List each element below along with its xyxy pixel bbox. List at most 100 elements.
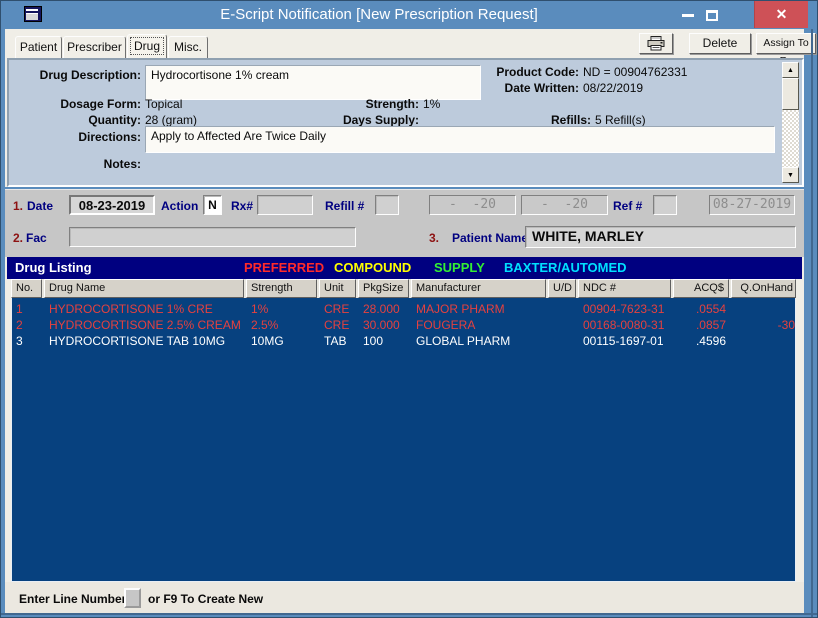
column-header-ndc[interactable]: NDC # bbox=[578, 279, 671, 298]
table-row[interactable]: 2 HYDROCORTISONE 2.5% CREAM 2.5% CRE 30.… bbox=[12, 317, 797, 333]
strength-value: 1% bbox=[423, 97, 440, 111]
window-border-right bbox=[811, 29, 813, 617]
cell-drug-name: HYDROCORTISONE TAB 10MG bbox=[45, 333, 245, 349]
printer-icon bbox=[647, 36, 665, 51]
expiration-date-field: 08-27-2019 bbox=[709, 195, 795, 215]
minimize-button[interactable] bbox=[677, 3, 699, 27]
client-area: Patient Prescriber Drug Misc. Delete Ass… bbox=[5, 29, 804, 612]
fac-label: Fac bbox=[26, 231, 47, 245]
drug-description-field[interactable]: Hydrocortisone 1% cream bbox=[145, 65, 481, 100]
ref-number-field[interactable] bbox=[653, 195, 677, 215]
line-number-input[interactable] bbox=[124, 588, 141, 608]
product-code-value: ND = 00904762331 bbox=[583, 65, 687, 79]
cell-ndc: 00168-0080-31 bbox=[579, 317, 672, 333]
cell-no: 2 bbox=[12, 317, 43, 333]
tab-prescriber[interactable]: Prescriber bbox=[63, 36, 126, 58]
date-field[interactable]: 08-23-2019 bbox=[69, 195, 155, 215]
dosage-form-label: Dosage Form: bbox=[9, 97, 141, 111]
close-button[interactable]: ✕ bbox=[754, 1, 808, 28]
strength-label: Strength: bbox=[269, 97, 419, 111]
window-icon bbox=[24, 6, 42, 22]
cell-acq: .0857 bbox=[674, 317, 730, 333]
cell-acq: .4596 bbox=[674, 333, 730, 349]
window-title: E-Script Notification [New Prescription … bbox=[61, 6, 697, 23]
delete-button[interactable]: Delete bbox=[689, 33, 751, 54]
scroll-down-button[interactable]: ▼ bbox=[782, 167, 799, 183]
days-supply-label: Days Supply: bbox=[269, 113, 419, 127]
column-header-manufacturer[interactable]: Manufacturer bbox=[411, 279, 546, 298]
cell-strength: 10MG bbox=[247, 333, 318, 349]
column-header-ud[interactable]: U/D bbox=[548, 279, 576, 298]
minimize-icon bbox=[682, 14, 694, 17]
column-header-drug-name[interactable]: Drug Name bbox=[44, 279, 244, 298]
enter-line-number-label: Enter Line Number: bbox=[19, 592, 130, 606]
date-written-value: 08/22/2019 bbox=[583, 81, 643, 95]
cell-no: 3 bbox=[12, 333, 43, 349]
quantity-value: 28 (gram) bbox=[145, 113, 197, 127]
directions-field[interactable]: Apply to Affected Are Twice Daily bbox=[145, 126, 775, 153]
assign-to-rx-button[interactable]: Assign To Rx bbox=[756, 33, 816, 54]
column-header-no[interactable]: No. bbox=[11, 279, 42, 298]
cell-manufacturer: MAJOR PHARM bbox=[412, 301, 547, 317]
rx-number-label: Rx# bbox=[231, 199, 253, 213]
tab-patient[interactable]: Patient bbox=[15, 36, 62, 58]
cell-drug-name: HYDROCORTISONE 2.5% CREAM bbox=[45, 317, 245, 333]
field3-number: 3. bbox=[429, 231, 439, 245]
maximize-button[interactable] bbox=[701, 3, 722, 27]
cell-manufacturer: FOUGERA bbox=[412, 317, 547, 333]
drug-listing-body: 1 HYDROCORTISONE 1% CRE 1% CRE 28.000 MA… bbox=[11, 298, 796, 582]
tab-drug[interactable]: Drug bbox=[127, 34, 167, 58]
refill-number-field[interactable] bbox=[375, 195, 399, 215]
table-row[interactable]: 1 HYDROCORTISONE 1% CRE 1% CRE 28.000 MA… bbox=[12, 301, 797, 317]
action-label: Action bbox=[161, 199, 198, 213]
cell-ud bbox=[549, 317, 577, 333]
column-header-acq[interactable]: ACQ$ bbox=[673, 279, 729, 298]
print-button[interactable] bbox=[639, 33, 673, 54]
column-header-unit[interactable]: Unit bbox=[319, 279, 356, 298]
rx-number-field[interactable] bbox=[257, 195, 313, 215]
cell-qonhand bbox=[732, 301, 797, 317]
tab-misc[interactable]: Misc. bbox=[168, 36, 208, 58]
cell-pkgsize: 30.000 bbox=[359, 317, 410, 333]
cell-qonhand bbox=[732, 333, 797, 349]
cell-unit: TAB bbox=[320, 333, 357, 349]
scrollbar-thumb[interactable] bbox=[782, 78, 799, 110]
legend-preferred: PREFERRED bbox=[244, 257, 324, 279]
column-header-pkgsize[interactable]: PkgSize bbox=[358, 279, 409, 298]
footer-bar: Enter Line Number: or F9 To Create New bbox=[5, 582, 804, 614]
date-from-field: - -20 bbox=[429, 195, 516, 215]
field2-number: 2. bbox=[13, 231, 23, 245]
cell-drug-name: HYDROCORTISONE 1% CRE bbox=[45, 301, 245, 317]
column-header-strength[interactable]: Strength bbox=[246, 279, 317, 298]
cell-unit: CRE bbox=[320, 317, 357, 333]
action-field[interactable]: N bbox=[203, 195, 222, 215]
field1-number: 1. bbox=[13, 199, 23, 213]
scroll-up-icon: ▲ bbox=[787, 67, 794, 74]
legend-baxter-automed: BAXTER/AUTOMED bbox=[504, 257, 627, 279]
fac-field[interactable] bbox=[69, 227, 356, 247]
patient-name-field[interactable]: WHITE, MARLEY bbox=[525, 226, 796, 248]
column-header-qonhand[interactable]: Q.OnHand bbox=[731, 279, 796, 298]
cell-strength: 2.5% bbox=[247, 317, 318, 333]
scroll-up-button[interactable]: ▲ bbox=[782, 62, 799, 78]
cell-pkgsize: 100 bbox=[359, 333, 410, 349]
drug-detail-panel: Drug Description: Hydrocortisone 1% crea… bbox=[7, 58, 804, 187]
close-icon: ✕ bbox=[776, 6, 788, 23]
refills-value: 5 Refill(s) bbox=[595, 113, 646, 127]
f9-create-new-label: or F9 To Create New bbox=[148, 592, 263, 606]
drug-panel-scrollbar[interactable]: ▲ ▼ bbox=[782, 62, 799, 183]
window-icon-body bbox=[26, 13, 38, 20]
legend-supply: SUPPLY bbox=[434, 257, 485, 279]
cell-ndc: 00904-7623-31 bbox=[579, 301, 672, 317]
table-row[interactable]: 3 HYDROCORTISONE TAB 10MG 10MG TAB 100 G… bbox=[12, 333, 797, 349]
rx-header-section: 1. Date 08-23-2019 Action N Rx# Refill #… bbox=[5, 189, 804, 257]
title-bar[interactable]: E-Script Notification [New Prescription … bbox=[1, 1, 817, 29]
refills-label: Refills: bbox=[439, 113, 591, 127]
maximize-icon bbox=[706, 10, 718, 21]
scroll-down-icon: ▼ bbox=[787, 172, 794, 179]
window-icon-titleline bbox=[26, 9, 38, 11]
date-written-label: Date Written: bbox=[447, 81, 579, 95]
cell-qonhand: -30 bbox=[732, 317, 797, 333]
drug-listing-bar: Drug Listing PREFERRED COMPOUND SUPPLY B… bbox=[7, 257, 802, 279]
directions-label: Directions: bbox=[9, 130, 141, 144]
